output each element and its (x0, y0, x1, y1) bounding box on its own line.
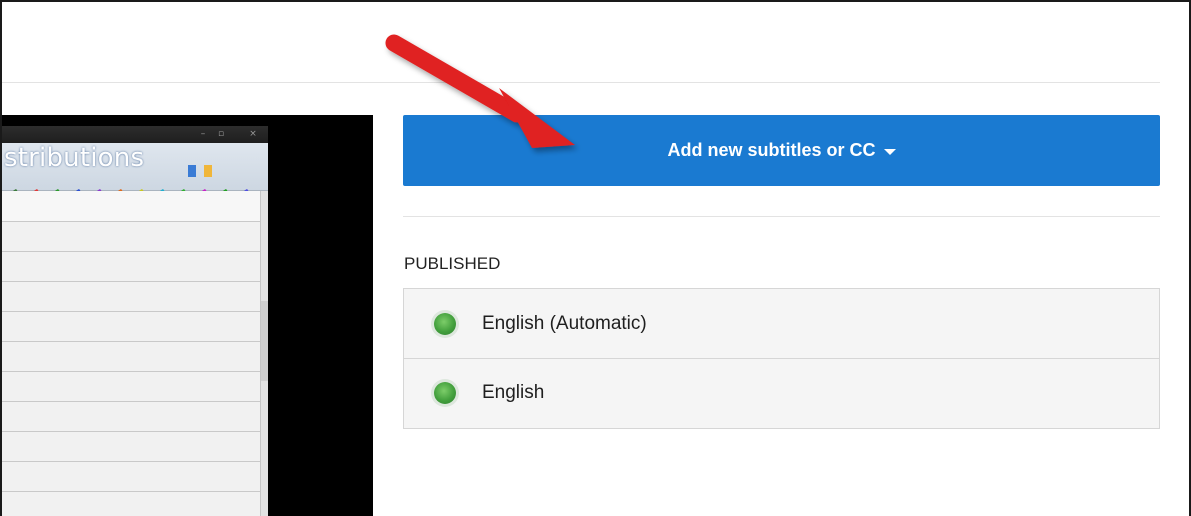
sheet-row (2, 311, 260, 312)
toolbar-folder-icon (204, 165, 212, 177)
track-row-english-automatic[interactable]: English (Automatic) (404, 289, 1159, 358)
sheet-band (2, 191, 260, 221)
close-icon: × (249, 129, 257, 139)
video-preview[interactable]: – ▫ × stributions (2, 115, 373, 516)
screenshot-frame: – ▫ × stributions Add new subtitles or C… (0, 0, 1191, 516)
published-heading: PUBLISHED (404, 254, 501, 273)
top-divider (2, 82, 1160, 83)
sheet-row (2, 431, 260, 432)
sheet-row (2, 251, 260, 252)
track-label: English (482, 382, 545, 403)
video-app-window: – ▫ × stributions (2, 126, 268, 516)
sheet-row (2, 371, 260, 372)
published-status-icon (434, 382, 456, 404)
sheet-row (2, 401, 260, 402)
track-label: English (Automatic) (482, 312, 647, 334)
window-titlebar: – ▫ × (2, 126, 268, 143)
panel-divider (403, 216, 1160, 217)
sheet-row (2, 221, 260, 222)
minimize-icon: – (200, 129, 206, 139)
add-subtitles-button[interactable]: Add new subtitles or CC (403, 115, 1160, 186)
maximize-icon: ▫ (217, 129, 225, 139)
sheet-row (2, 281, 260, 282)
dropdown-caret-icon (883, 148, 896, 155)
track-row-english[interactable]: English (404, 358, 1159, 427)
scroll-thumb (261, 301, 268, 381)
toolbar-up-icon (188, 165, 196, 177)
sheet-row (2, 461, 260, 462)
window-title: stributions (4, 143, 145, 173)
sheet-row (2, 341, 260, 342)
published-track-list: English (Automatic) English (403, 288, 1160, 429)
published-status-icon (434, 312, 456, 335)
sheet-row (2, 491, 260, 492)
add-subtitles-label: Add new subtitles or CC (667, 140, 876, 160)
window-scrollbar (260, 191, 268, 516)
